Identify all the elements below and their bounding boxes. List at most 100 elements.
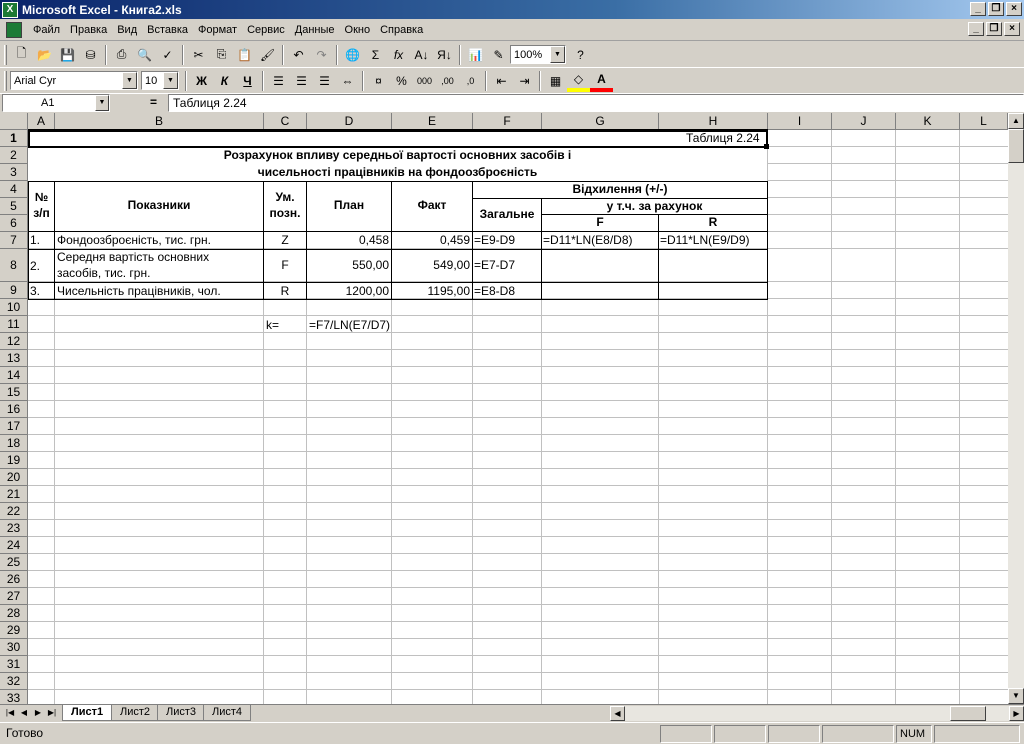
- column-header[interactable]: G: [542, 113, 659, 130]
- menu-file[interactable]: Файл: [28, 24, 65, 36]
- row-header[interactable]: 1: [0, 130, 28, 147]
- row-header[interactable]: 17: [0, 418, 28, 435]
- menu-insert[interactable]: Вставка: [142, 24, 193, 36]
- new-icon[interactable]: 🗋: [10, 44, 33, 66]
- increase-indent-icon[interactable]: ⇥: [513, 70, 536, 92]
- row-header[interactable]: 3: [0, 164, 28, 181]
- scroll-left-icon[interactable]: ◀: [610, 706, 625, 721]
- cell-c7[interactable]: Z: [264, 233, 306, 247]
- scroll-down-icon[interactable]: ▼: [1008, 688, 1024, 704]
- vertical-scrollbar[interactable]: ▲ ▼: [1008, 113, 1024, 704]
- italic-button[interactable]: К: [213, 70, 236, 92]
- hscroll-thumb[interactable]: [950, 706, 986, 721]
- minimize-button[interactable]: _: [970, 2, 986, 16]
- column-header[interactable]: A: [28, 113, 55, 130]
- row-header[interactable]: 5: [0, 198, 28, 215]
- column-header[interactable]: D: [307, 113, 392, 130]
- row-header[interactable]: 13: [0, 350, 28, 367]
- next-sheet-icon[interactable]: ▶: [32, 706, 44, 720]
- first-sheet-icon[interactable]: |◀: [4, 706, 16, 720]
- save-icon[interactable]: 💾: [56, 44, 79, 66]
- close-button[interactable]: ×: [1006, 2, 1022, 16]
- row-header[interactable]: 23: [0, 520, 28, 537]
- undo-icon[interactable]: ↶: [287, 44, 310, 66]
- cell-d8[interactable]: 550,00: [307, 258, 389, 272]
- open-icon[interactable]: 📂: [33, 44, 56, 66]
- cell-g7[interactable]: =D11*LN(E8/D8): [543, 233, 632, 247]
- hdr-num-line1[interactable]: №: [29, 190, 54, 204]
- scroll-thumb[interactable]: [1008, 129, 1024, 163]
- cell-e8[interactable]: 549,00: [392, 258, 470, 272]
- hdr-num-line2[interactable]: з/п: [29, 206, 54, 220]
- cell-d7[interactable]: 0,458: [307, 233, 389, 247]
- workbook-icon[interactable]: [6, 21, 22, 38]
- cell-b7[interactable]: Фондоозброєність, тис. грн.: [57, 233, 211, 247]
- cell-a7[interactable]: 1.: [30, 233, 40, 247]
- row-header[interactable]: 28: [0, 605, 28, 622]
- doc-restore-button[interactable]: ❐: [986, 22, 1002, 36]
- menu-help[interactable]: Справка: [375, 24, 428, 36]
- cell-c11[interactable]: k=: [266, 318, 279, 332]
- currency-icon[interactable]: ¤: [367, 70, 390, 92]
- row-header[interactable]: 31: [0, 656, 28, 673]
- row-header[interactable]: 4: [0, 181, 28, 198]
- decrease-decimal-button[interactable]: ,0: [459, 70, 482, 92]
- menu-data[interactable]: Данные: [290, 24, 340, 36]
- row-header[interactable]: 7: [0, 232, 28, 249]
- cell-h7[interactable]: =D11*LN(E9/D9): [660, 233, 749, 247]
- menu-tools[interactable]: Сервис: [242, 24, 290, 36]
- cell-e9[interactable]: 1195,00: [392, 284, 471, 298]
- cell-d9[interactable]: 1200,00: [307, 284, 389, 298]
- percent-button[interactable]: %: [390, 70, 413, 92]
- cell-f7[interactable]: =E9-D9: [474, 233, 515, 247]
- row-header[interactable]: 21: [0, 486, 28, 503]
- cell-title-line2[interactable]: чисельності працівників на фондоозброєні…: [28, 165, 767, 179]
- sort-ascending-icon[interactable]: A↓: [410, 44, 433, 66]
- chart-wizard-icon[interactable]: 📊: [464, 44, 487, 66]
- hdr-total[interactable]: Загальне: [473, 207, 541, 221]
- hdr-r[interactable]: R: [659, 215, 767, 229]
- tab-sheet2[interactable]: Лист2: [111, 705, 160, 721]
- cell-d11[interactable]: =F7/LN(E7/D7): [309, 318, 390, 332]
- help-icon[interactable]: ?: [569, 44, 592, 66]
- cell-f8[interactable]: =E7-D7: [474, 258, 515, 272]
- paste-icon[interactable]: 📋: [233, 44, 256, 66]
- cell-f9[interactable]: =E8-D8: [474, 284, 515, 298]
- formula-equals[interactable]: =: [150, 95, 157, 109]
- tab-sheet3[interactable]: Лист3: [157, 705, 206, 721]
- column-header[interactable]: K: [896, 113, 960, 130]
- row-header[interactable]: 27: [0, 588, 28, 605]
- row-header[interactable]: 22: [0, 503, 28, 520]
- autosum-icon[interactable]: Σ: [364, 44, 387, 66]
- menu-edit[interactable]: Правка: [65, 24, 112, 36]
- align-right-icon[interactable]: ☰: [313, 70, 336, 92]
- cell-c8[interactable]: F: [264, 258, 306, 272]
- function-icon[interactable]: fx: [387, 44, 410, 66]
- doc-minimize-button[interactable]: _: [968, 22, 984, 36]
- row-header[interactable]: 8: [0, 249, 28, 282]
- row-header[interactable]: 10: [0, 299, 28, 316]
- hdr-indicators[interactable]: Показники: [55, 198, 263, 212]
- cell-h1[interactable]: Таблиця 2.24: [686, 131, 760, 145]
- column-header[interactable]: E: [392, 113, 473, 130]
- font-color-icon[interactable]: A: [590, 70, 613, 92]
- name-box[interactable]: A1 ▼: [2, 94, 110, 112]
- column-header[interactable]: J: [832, 113, 896, 130]
- row-header[interactable]: 26: [0, 571, 28, 588]
- row-header[interactable]: 32: [0, 673, 28, 690]
- hdr-symbol-line1[interactable]: Ум.: [264, 190, 306, 204]
- scroll-up-icon[interactable]: ▲: [1008, 113, 1024, 129]
- font-size-select[interactable]: 10 ▼: [141, 71, 179, 90]
- column-header[interactable]: F: [473, 113, 542, 130]
- row-header[interactable]: 18: [0, 435, 28, 452]
- column-header[interactable]: L: [960, 113, 1008, 130]
- column-header[interactable]: C: [264, 113, 307, 130]
- row-header[interactable]: 2: [0, 147, 28, 164]
- prev-sheet-icon[interactable]: ◀: [18, 706, 30, 720]
- redo-icon[interactable]: ↷: [310, 44, 333, 66]
- menu-format[interactable]: Формат: [193, 24, 242, 36]
- doc-close-button[interactable]: ×: [1004, 22, 1020, 36]
- borders-icon[interactable]: ▦: [544, 70, 567, 92]
- select-all-corner[interactable]: [0, 113, 28, 130]
- column-header[interactable]: I: [768, 113, 832, 130]
